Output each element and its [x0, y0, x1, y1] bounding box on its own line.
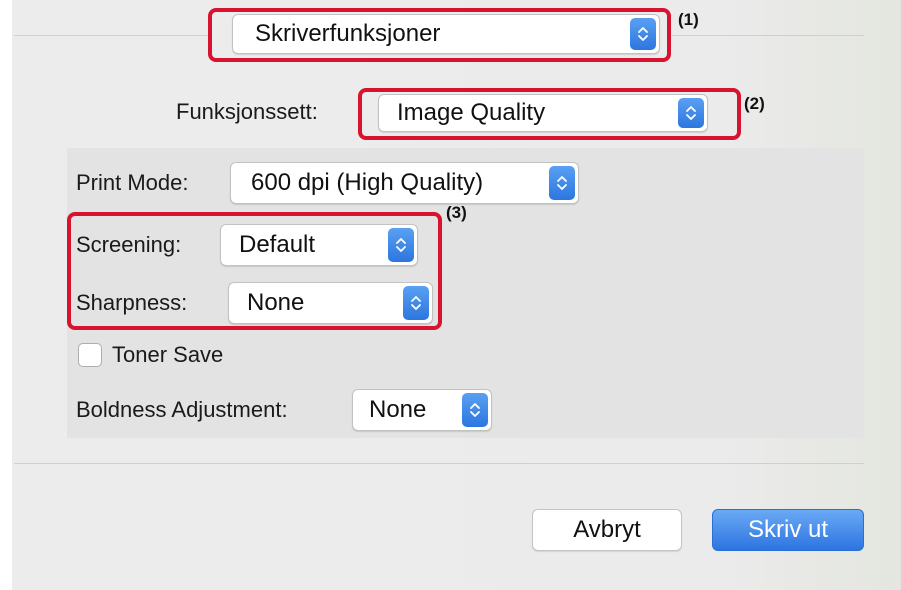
boldness-label: Boldness Adjustment: — [76, 397, 288, 422]
toner-save-checkbox[interactable] — [78, 343, 102, 367]
print-mode-label: Print Mode: — [76, 170, 189, 195]
sharpness-label: Sharpness: — [76, 290, 188, 315]
top-separator-right — [672, 35, 864, 36]
up-down-chevron-icon — [403, 286, 429, 320]
top-separator — [14, 35, 210, 36]
print-mode-popup[interactable]: 600 dpi (High Quality) — [230, 162, 579, 204]
up-down-chevron-icon — [549, 166, 575, 200]
feature-set-label: Funksjonssett: — [176, 99, 318, 124]
boldness-popup[interactable]: None — [352, 389, 492, 431]
print-button[interactable]: Skriv ut — [712, 509, 864, 551]
callout-2: (2) — [744, 94, 765, 113]
sharpness-value: None — [247, 289, 305, 316]
highlight-box-2 — [358, 88, 741, 140]
screening-value: Default — [239, 231, 316, 258]
toner-save-label: Toner Save — [112, 342, 224, 367]
screening-popup[interactable]: Default — [220, 224, 418, 266]
callout-1: (1) — [678, 10, 699, 29]
screening-label: Screening: — [76, 232, 182, 257]
up-down-chevron-icon — [388, 228, 414, 262]
bottom-separator — [14, 463, 864, 464]
sharpness-popup[interactable]: None — [228, 282, 433, 324]
up-down-chevron-icon — [462, 393, 488, 427]
highlight-box-1 — [208, 8, 671, 62]
boldness-value: None — [369, 396, 427, 423]
cancel-button[interactable]: Avbryt — [532, 509, 682, 551]
print-mode-value: 600 dpi (High Quality) — [251, 169, 484, 196]
callout-3: (3) — [446, 203, 467, 222]
